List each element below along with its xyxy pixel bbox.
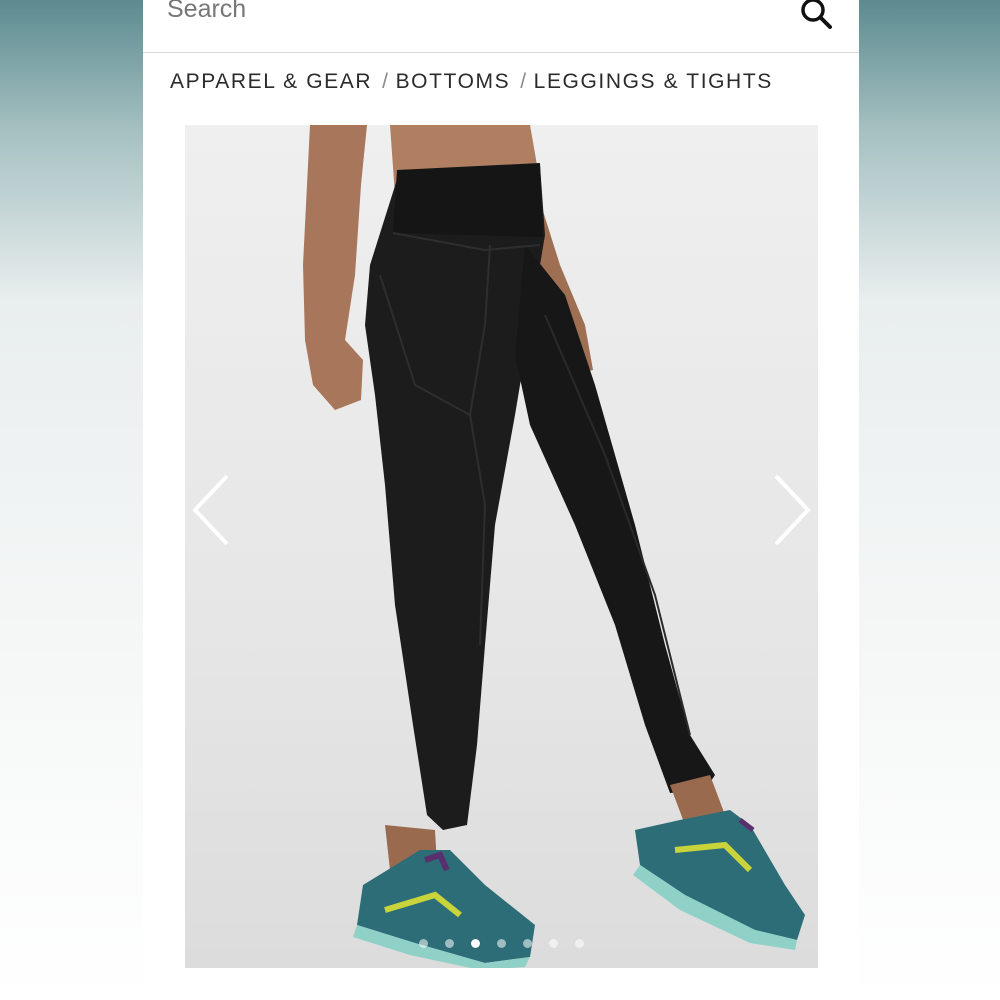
next-image-button[interactable] xyxy=(766,470,816,550)
carousel-dot[interactable] xyxy=(497,939,506,948)
carousel-dot[interactable] xyxy=(445,939,454,948)
previous-image-button[interactable] xyxy=(187,470,237,550)
breadcrumb-apparel-gear[interactable]: APPAREL & GEAR xyxy=(170,70,372,94)
product-page: APPAREL & GEAR / BOTTOMS / LEGGINGS & TI… xyxy=(143,0,859,1000)
search-bar xyxy=(143,0,859,53)
carousel-dot[interactable] xyxy=(471,939,480,948)
background-left xyxy=(0,0,143,1000)
breadcrumb-leggings-tights[interactable]: LEGGINGS & TIGHTS xyxy=(534,70,773,94)
product-photo-leggings xyxy=(303,125,805,968)
carousel-dot[interactable] xyxy=(575,939,584,948)
breadcrumb-bottoms[interactable]: BOTTOMS xyxy=(396,70,511,94)
chevron-right-icon xyxy=(774,474,811,546)
product-image-gallery[interactable] xyxy=(185,125,818,968)
carousel-dot[interactable] xyxy=(549,939,558,948)
carousel-dot[interactable] xyxy=(419,939,428,948)
background-right xyxy=(859,0,1000,1000)
breadcrumb-separator: / xyxy=(382,70,390,93)
search-icon xyxy=(801,0,832,29)
breadcrumb-separator: / xyxy=(520,70,528,93)
breadcrumb: APPAREL & GEAR / BOTTOMS / LEGGINGS & TI… xyxy=(170,68,773,96)
carousel-dot[interactable] xyxy=(523,939,532,948)
search-input[interactable] xyxy=(165,0,769,30)
chevron-left-icon xyxy=(192,474,229,546)
carousel-dots xyxy=(185,939,818,951)
search-button[interactable] xyxy=(797,0,837,34)
